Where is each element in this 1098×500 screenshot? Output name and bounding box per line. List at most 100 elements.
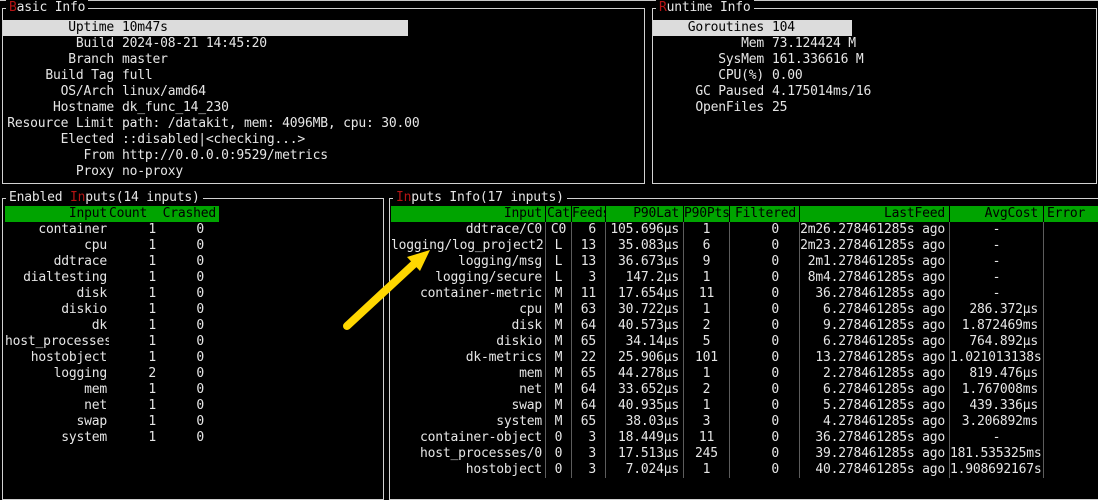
cell-error: [1043, 446, 1098, 462]
table-row[interactable]: ddtrace 1 0: [5, 254, 219, 270]
info-row[interactable]: CPU(%) 0.00: [653, 68, 852, 84]
table-row[interactable]: disk M 64 40.573µs 2 0 9.278461285s ago …: [391, 318, 1098, 334]
enabled-inputs-header-row: Input Count Crashed: [5, 206, 219, 222]
cell-cat: 0: [545, 430, 571, 446]
cell-avgcost: 286.372µs: [949, 302, 1043, 318]
table-row[interactable]: ddtrace/C0 C0 6 105.696µs 1 0 2m26.27846…: [391, 222, 1098, 238]
col-header-p90lat: P90Lat: [605, 206, 683, 222]
cell-input: cpu: [391, 302, 545, 318]
info-row[interactable]: OpenFiles 25: [653, 100, 852, 116]
table-row[interactable]: cpu M 63 30.722µs 1 0 6.278461285s ago 2…: [391, 302, 1098, 318]
cell-avgcost: -: [949, 222, 1043, 238]
title-hotkey-letters: In: [396, 190, 411, 205]
cell-avgcost: -: [949, 430, 1043, 446]
table-row[interactable]: system M 65 38.03µs 3 0 4.278461285s ago…: [391, 414, 1098, 430]
cell-input: container-object: [391, 430, 545, 446]
info-row-label: OS/Arch: [6, 84, 114, 100]
title-text: puts Info(17 inputs): [411, 190, 564, 205]
table-row[interactable]: net M 64 33.652µs 2 0 6.278461285s ago 1…: [391, 382, 1098, 398]
table-row[interactable]: mem 1 0: [5, 382, 219, 398]
cell-input: system: [391, 414, 545, 430]
title-text: asic Info: [17, 0, 86, 15]
table-row[interactable]: container-metric M 11 17.654µs 11 0 36.2…: [391, 286, 1098, 302]
cell-filtered: 0: [729, 238, 799, 254]
cell-feeds: 65: [571, 366, 605, 382]
table-row[interactable]: diskio 1 0: [5, 302, 219, 318]
cell-filtered: 0: [729, 398, 799, 414]
cell-filtered: 0: [729, 382, 799, 398]
cell-feeds: 65: [571, 414, 605, 430]
info-row[interactable]: Elected ::disabled|<checking...>: [3, 132, 408, 148]
cell-cat: M: [545, 414, 571, 430]
cell-error: [1043, 398, 1098, 414]
info-row[interactable]: Goroutines 104: [653, 20, 852, 36]
table-row[interactable]: host_processes 1 0: [5, 334, 219, 350]
table-row[interactable]: mem M 65 44.278µs 1 0 2.278461285s ago 8…: [391, 366, 1098, 382]
cell-lastfeed: 8m4.278461285s ago: [799, 270, 949, 286]
cell-crashed: 0: [157, 350, 219, 366]
cell-input: container: [5, 222, 109, 238]
info-row[interactable]: From http://0.0.0.0:9529/metrics: [3, 148, 408, 164]
info-row-value: ::disabled|<checking...>: [122, 132, 305, 148]
cell-lastfeed: 4.278461285s ago: [799, 414, 949, 430]
table-row[interactable]: swap M 64 40.935µs 1 0 5.278461285s ago …: [391, 398, 1098, 414]
info-row[interactable]: Build Tag full: [3, 68, 408, 84]
cell-filtered: 0: [729, 350, 799, 366]
info-row-value: no-proxy: [122, 164, 183, 180]
info-row[interactable]: Hostname dk_func_14_230: [3, 100, 408, 116]
cell-p90pts: 245: [683, 446, 729, 462]
table-row[interactable]: cpu 1 0: [5, 238, 219, 254]
table-row[interactable]: logging/msg L 13 36.673µs 9 0 2m1.278461…: [391, 254, 1098, 270]
info-row[interactable]: Resource Limit path: /datakit, mem: 4096…: [3, 116, 408, 132]
table-row[interactable]: hostobject 1 0: [5, 350, 219, 366]
cell-p90lat: 17.513µs: [605, 446, 683, 462]
table-row[interactable]: logging 2 0: [5, 366, 219, 382]
table-row[interactable]: logging/secure L 3 147.2µs 1 0 8m4.27846…: [391, 270, 1098, 286]
info-row[interactable]: GC Paused 4.175014ms/16: [653, 84, 852, 100]
inputs-info-panel: Inputs Info(17 inputs) Input Cat Feeds P…: [389, 198, 1098, 500]
cell-avgcost: 1.872469ms: [949, 318, 1043, 334]
title-hotkey-letter: R: [659, 0, 667, 15]
inputs-info-header-row: Input Cat Feeds P90Lat P90Pts Filtered L…: [391, 206, 1098, 222]
info-row[interactable]: SysMem 161.336616 M: [653, 52, 852, 68]
info-row-value: 10m47s: [122, 20, 168, 36]
info-row[interactable]: Mem 73.124424 M: [653, 36, 852, 52]
cell-error: [1043, 286, 1098, 302]
cell-avgcost: -: [949, 270, 1043, 286]
table-row[interactable]: system 1 0: [5, 430, 219, 446]
info-row-label: Goroutines: [656, 20, 764, 36]
info-row[interactable]: OS/Arch linux/amd64: [3, 84, 408, 100]
info-row-value: 4.175014ms/16: [772, 84, 871, 100]
info-row[interactable]: Build 2024-08-21 14:45:20: [3, 36, 408, 52]
cell-feeds: 64: [571, 318, 605, 334]
table-row[interactable]: diskio M 65 34.14µs 5 0 6.278461285s ago…: [391, 334, 1098, 350]
info-row-label: Resource Limit: [6, 116, 114, 132]
cell-lastfeed: 13.278461285s ago: [799, 350, 949, 366]
cell-lastfeed: 6.278461285s ago: [799, 302, 949, 318]
table-row[interactable]: dk 1 0: [5, 318, 219, 334]
table-row[interactable]: net 1 0: [5, 398, 219, 414]
table-row[interactable]: container-object 0 3 18.449µs 11 0 36.27…: [391, 430, 1098, 446]
cell-avgcost: 819.476µs: [949, 366, 1043, 382]
col-header-input: Input: [391, 206, 545, 222]
cell-avgcost: 1.767008ms: [949, 382, 1043, 398]
col-header-count: Count: [109, 206, 157, 222]
cell-count: 1: [109, 222, 157, 238]
info-row[interactable]: Proxy no-proxy: [3, 164, 408, 180]
cell-crashed: 0: [157, 366, 219, 382]
table-row[interactable]: disk 1 0: [5, 286, 219, 302]
cell-input: disk: [391, 318, 545, 334]
table-row[interactable]: container 1 0: [5, 222, 219, 238]
info-row[interactable]: Uptime 10m47s: [3, 20, 408, 36]
table-row[interactable]: swap 1 0: [5, 414, 219, 430]
cell-p90pts: 11: [683, 430, 729, 446]
table-row[interactable]: dk-metrics M 22 25.906µs 101 0 13.278461…: [391, 350, 1098, 366]
info-row-label: From: [6, 148, 114, 164]
cell-input: container-metric: [391, 286, 545, 302]
info-row[interactable]: Branch master: [3, 52, 408, 68]
table-row[interactable]: dialtesting 1 0: [5, 270, 219, 286]
table-row[interactable]: host_processes/0 0 3 17.513µs 245 0 39.2…: [391, 446, 1098, 462]
cell-input: dialtesting: [5, 270, 109, 286]
table-row[interactable]: logging/log_project2 L 13 35.083µs 6 0 2…: [391, 238, 1098, 254]
info-row-label: Branch: [6, 52, 114, 68]
